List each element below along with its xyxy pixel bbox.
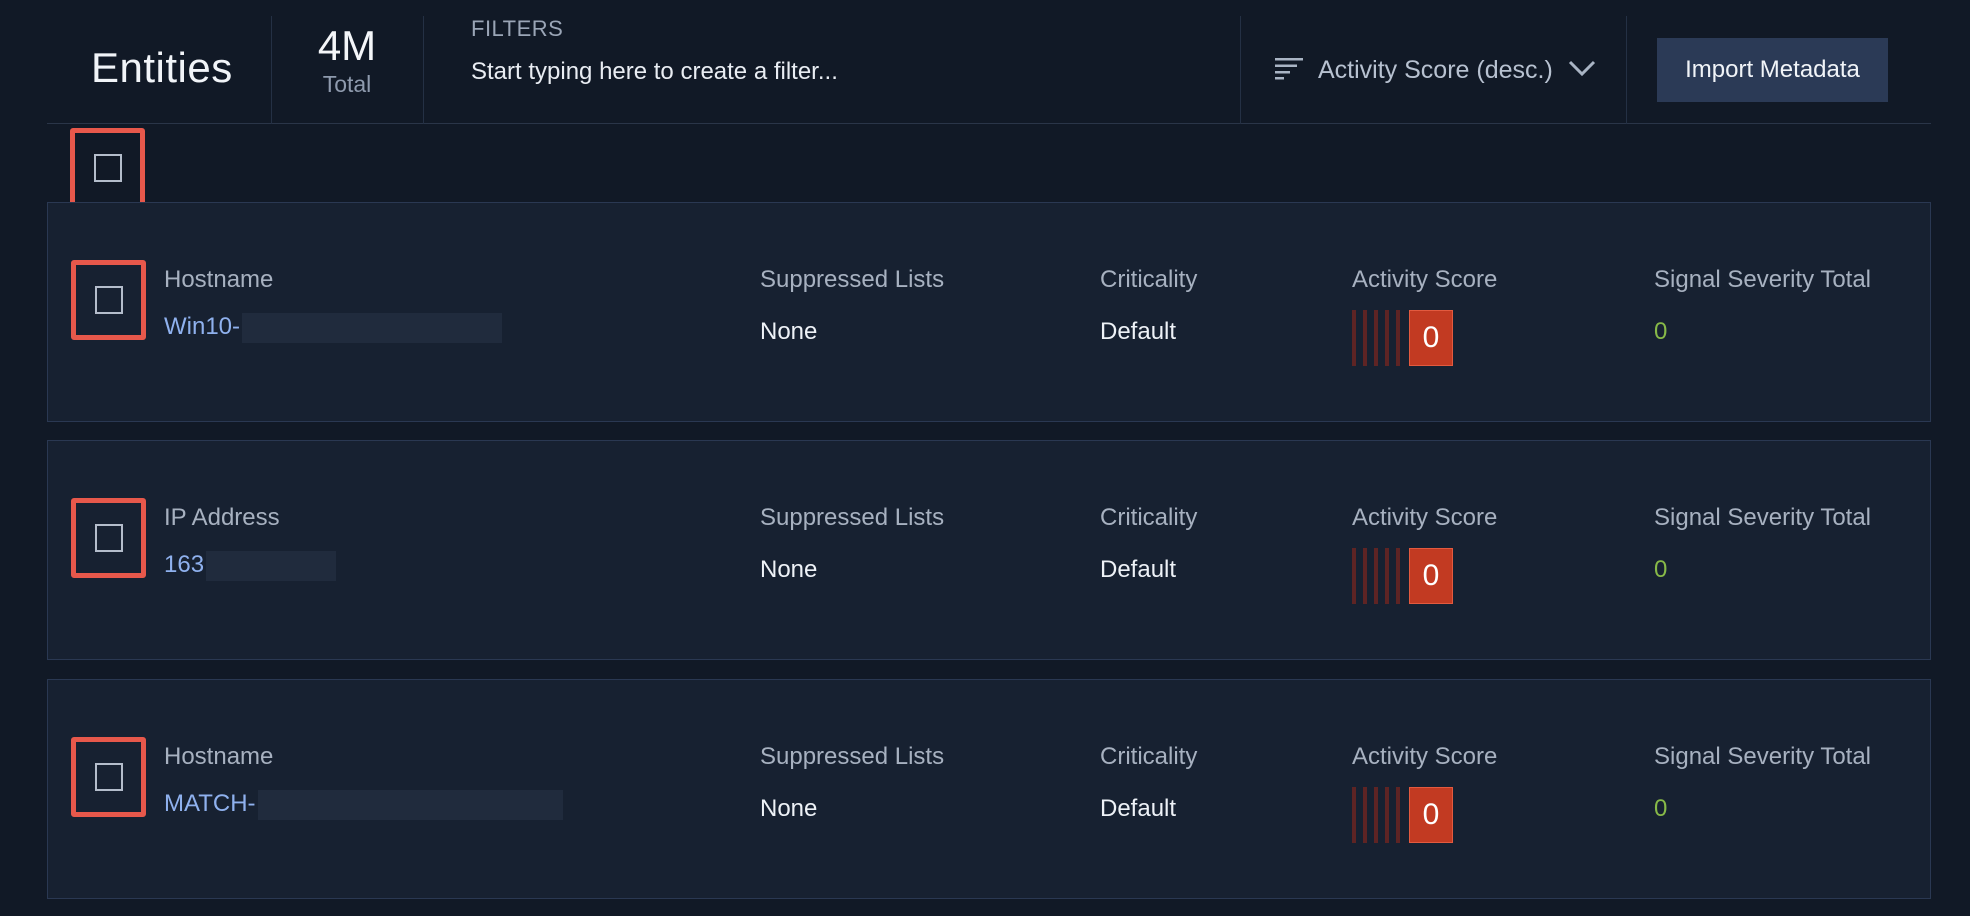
suppressed-lists-column: Suppressed Lists None (760, 503, 944, 585)
redacted-block (206, 550, 337, 581)
criticality-value: Default (1100, 318, 1177, 345)
row-checkbox[interactable] (71, 498, 146, 578)
signal-severity-column: Signal Severity Total 0 (1654, 742, 1871, 824)
activity-score-value: 0 (1409, 787, 1453, 843)
entity-name-link[interactable]: Win10- (164, 312, 503, 343)
sort-lines-icon (1274, 56, 1304, 85)
signal-severity-label: Signal Severity Total (1654, 266, 1872, 293)
sort-label: Activity Score (desc.) (1318, 55, 1553, 84)
suppressed-lists-value: None (760, 318, 818, 345)
activity-score-label: Activity Score (1352, 743, 1498, 770)
entity-type-label: Hostname (164, 743, 274, 770)
score-bar (1374, 787, 1378, 843)
header-divider (423, 16, 424, 124)
entity-card[interactable]: IP Address 163 Suppressed Lists None Cri… (47, 440, 1931, 660)
entity-name-text: 163 (164, 551, 205, 578)
entity-name-text: MATCH- (164, 790, 256, 817)
checkbox-box (93, 154, 122, 182)
entity-name-column: Hostname Win10- (164, 265, 503, 343)
score-bar (1396, 787, 1400, 843)
checkbox-box (94, 524, 123, 552)
activity-score-label: Activity Score (1352, 266, 1498, 293)
import-metadata-button[interactable]: Import Metadata (1657, 38, 1888, 102)
suppressed-lists-label: Suppressed Lists (760, 743, 945, 770)
criticality-column: Criticality Default (1100, 503, 1197, 585)
entity-name-column: IP Address 163 (164, 503, 337, 581)
activity-score-column: Activity Score 0 (1352, 742, 1497, 844)
score-bar (1396, 310, 1400, 366)
suppressed-lists-column: Suppressed Lists None (760, 742, 944, 824)
activity-score-meter: 0 (1352, 786, 1497, 844)
activity-score-value: 0 (1409, 310, 1453, 366)
signal-severity-value: 0 (1654, 556, 1668, 583)
row-checkbox[interactable] (71, 260, 146, 340)
signal-severity-label: Signal Severity Total (1654, 504, 1872, 531)
signal-severity-column: Signal Severity Total 0 (1654, 503, 1871, 585)
suppressed-lists-label: Suppressed Lists (760, 504, 945, 531)
entity-name-link[interactable]: 163 (164, 550, 337, 581)
filters-label: FILTERS (471, 16, 564, 41)
checkbox-box (94, 286, 123, 314)
activity-score-meter: 0 (1352, 309, 1497, 367)
activity-score-meter: 0 (1352, 547, 1497, 605)
score-bar (1363, 787, 1367, 843)
criticality-column: Criticality Default (1100, 742, 1197, 824)
header-divider (1240, 16, 1241, 124)
criticality-value: Default (1100, 556, 1177, 583)
filter-input[interactable]: Start typing here to create a filter... (471, 52, 1231, 92)
score-bar (1385, 787, 1389, 843)
signal-severity-value: 0 (1654, 795, 1668, 822)
criticality-label: Criticality (1100, 743, 1198, 770)
criticality-label: Criticality (1100, 504, 1198, 531)
checkbox-box (94, 763, 123, 791)
page-title: Entities (91, 44, 233, 91)
score-bar (1385, 310, 1389, 366)
score-bar (1352, 548, 1356, 604)
entity-card[interactable]: Hostname Win10- Suppressed Lists None Cr… (47, 202, 1931, 422)
score-bar (1363, 548, 1367, 604)
suppressed-lists-value: None (760, 795, 818, 822)
entity-count: 4M Total (272, 22, 422, 98)
entity-name-text: Win10- (164, 313, 241, 340)
score-bar (1374, 548, 1378, 604)
redacted-block (257, 789, 563, 820)
activity-score-column: Activity Score 0 (1352, 265, 1497, 367)
entity-type-label: Hostname (164, 266, 274, 293)
activity-score-value: 0 (1409, 548, 1453, 604)
entity-name-link[interactable]: MATCH- (164, 789, 563, 820)
redacted-block (242, 312, 503, 343)
suppressed-lists-label: Suppressed Lists (760, 266, 945, 293)
row-checkbox[interactable] (71, 737, 146, 817)
entity-count-value: 4M (317, 22, 377, 69)
select-all-checkbox[interactable] (70, 128, 145, 208)
signal-severity-value: 0 (1654, 318, 1668, 345)
entity-card[interactable]: Hostname MATCH- Suppressed Lists None Cr… (47, 679, 1931, 899)
chevron-down-icon (1567, 58, 1597, 83)
score-bar (1363, 310, 1367, 366)
score-bar (1352, 310, 1356, 366)
score-bar (1352, 787, 1356, 843)
sort-dropdown[interactable]: Activity Score (desc.) (1274, 44, 1597, 96)
score-bar (1385, 548, 1389, 604)
signal-severity-column: Signal Severity Total 0 (1654, 265, 1871, 347)
score-bar (1374, 310, 1378, 366)
header-divider (1626, 16, 1627, 124)
signal-severity-label: Signal Severity Total (1654, 743, 1872, 770)
entity-count-label: Total (322, 71, 372, 97)
suppressed-lists-column: Suppressed Lists None (760, 265, 944, 347)
entity-type-label: IP Address (164, 504, 280, 531)
entity-name-column: Hostname MATCH- (164, 742, 563, 820)
activity-score-column: Activity Score 0 (1352, 503, 1497, 605)
suppressed-lists-value: None (760, 556, 818, 583)
page-header: Entities 4M Total FILTERS Start typing h… (47, 0, 1931, 124)
criticality-value: Default (1100, 795, 1177, 822)
criticality-label: Criticality (1100, 266, 1198, 293)
criticality-column: Criticality Default (1100, 265, 1197, 347)
entities-page: Entities 4M Total FILTERS Start typing h… (0, 0, 1970, 916)
activity-score-label: Activity Score (1352, 504, 1498, 531)
score-bar (1396, 548, 1400, 604)
